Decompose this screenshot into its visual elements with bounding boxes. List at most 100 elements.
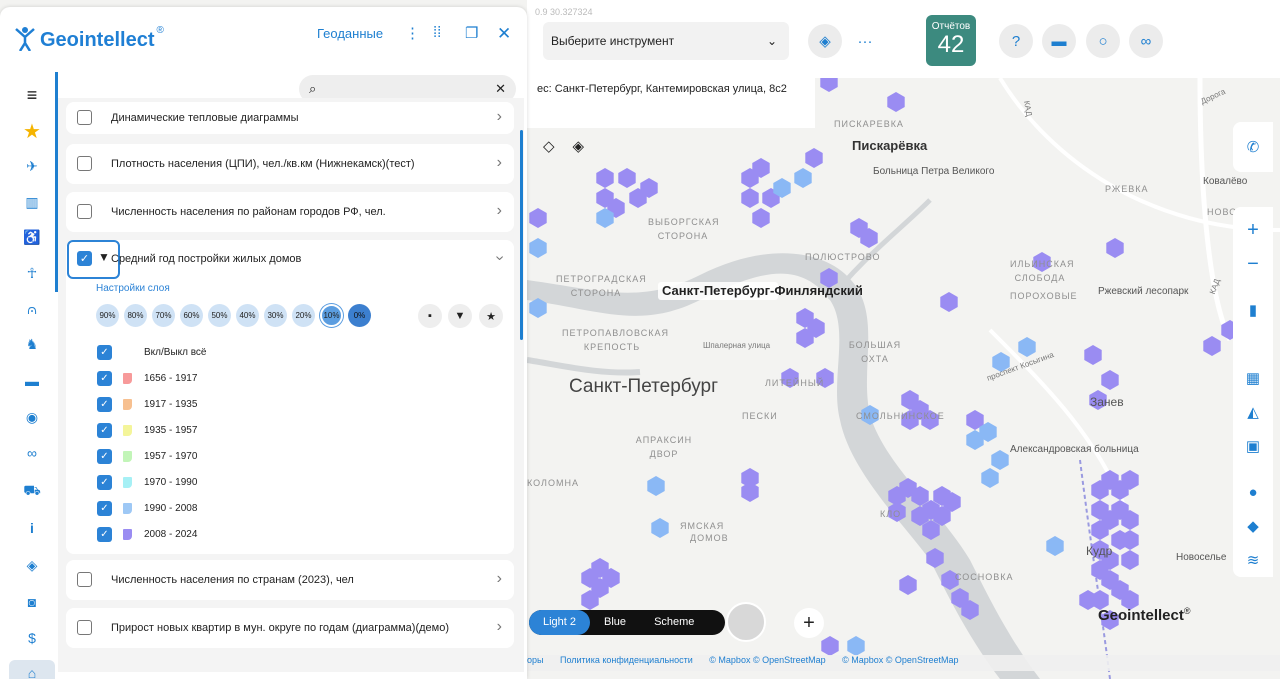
hex-cell[interactable] <box>741 482 759 502</box>
opacity-option[interactable]: 80% <box>124 304 147 327</box>
layer-checkbox[interactable] <box>77 156 92 171</box>
hex-cell[interactable] <box>1046 536 1064 556</box>
legend-item[interactable]: ✓ 1917 - 1935 <box>97 394 397 414</box>
opacity-option[interactable]: 60% <box>180 304 203 327</box>
hex-cell[interactable] <box>741 188 759 208</box>
hex-cell[interactable] <box>805 148 823 168</box>
opacity-option[interactable]: 0% <box>348 304 371 327</box>
ofd-icon[interactable]: ◉ <box>9 404 55 430</box>
layers-button[interactable]: ◈ <box>808 24 842 58</box>
layer-checkbox[interactable] <box>77 204 92 219</box>
hex-cell[interactable] <box>529 238 547 258</box>
legend-checkbox[interactable]: ✓ <box>97 474 112 490</box>
hex-cell[interactable] <box>596 168 614 188</box>
style-blue[interactable]: Blue <box>590 610 640 635</box>
dollar-icon[interactable]: $ <box>9 625 55 651</box>
legend-checkbox[interactable]: ✓ <box>97 526 112 542</box>
camera-icon[interactable]: ◙ <box>9 589 55 615</box>
diamond-icon[interactable]: ◇ <box>543 137 555 155</box>
legend-item[interactable]: ✓ 2008 - 2024 <box>97 524 397 544</box>
comment-icon[interactable]: ▪ <box>418 304 442 328</box>
filter-icon[interactable]: ▼ <box>448 304 472 328</box>
hex-cell[interactable] <box>899 575 917 595</box>
toggle-all-row[interactable]: ✓ Вкл/Выкл всё <box>97 342 397 362</box>
info-icon[interactable]: i <box>9 515 55 541</box>
layer-item[interactable]: Динамические тепловые диаграммы › <box>66 102 514 134</box>
toggle-all-checkbox[interactable]: ✓ <box>97 344 112 360</box>
opacity-option[interactable]: 40% <box>236 304 259 327</box>
style-light2[interactable]: Light 2 <box>529 610 591 635</box>
hex-cell[interactable] <box>847 636 865 656</box>
chevron-right-icon[interactable]: › <box>497 108 502 126</box>
hex-cell[interactable] <box>618 168 636 188</box>
star-icon[interactable]: ★ <box>9 118 55 144</box>
footer-privacy[interactable]: Политика конфиденциальности <box>560 655 693 665</box>
star-icon[interactable]: ★ <box>479 304 503 328</box>
reports-counter[interactable]: Отчётов 42 <box>926 15 976 66</box>
layers-list-icon[interactable]: ▣ <box>1233 433 1273 459</box>
layer-checkbox[interactable] <box>77 620 92 635</box>
opacity-option[interactable]: 30% <box>264 304 287 327</box>
footer-mapbox-2[interactable]: © Mapbox © OpenStreetMap <box>842 655 958 665</box>
window-icon[interactable]: ❐ <box>465 24 478 42</box>
person-icon[interactable]: ☥ <box>9 260 55 286</box>
legend-checkbox[interactable]: ✓ <box>97 396 112 412</box>
footer-link-1[interactable]: оры <box>527 655 543 665</box>
menu-icon[interactable]: ≡ <box>9 82 55 108</box>
help-button[interactable]: ? <box>999 24 1033 58</box>
hex-cell[interactable] <box>981 468 999 488</box>
layer-item[interactable]: Плотность населения (ЦПИ), чел./кв.км (Н… <box>66 144 514 184</box>
hex-cell[interactable] <box>991 450 1009 470</box>
opacity-option-selected[interactable]: 10% <box>320 304 343 327</box>
legend-item[interactable]: ✓ 1656 - 1917 <box>97 368 397 388</box>
hex-cell[interactable] <box>1203 336 1221 356</box>
legend-checkbox[interactable]: ✓ <box>97 448 112 464</box>
search-map-button[interactable]: ○ <box>1086 24 1120 58</box>
opacity-option[interactable]: 90% <box>96 304 119 327</box>
phone-icon[interactable]: ✆ <box>1233 134 1273 160</box>
clear-search-icon[interactable]: ✕ <box>495 81 506 97</box>
zoom-in-icon[interactable]: + <box>1233 217 1273 243</box>
area-chart-icon[interactable]: ◭ <box>1233 399 1273 425</box>
hex-cell[interactable] <box>1101 370 1119 390</box>
grid-icon[interactable]: ⁞⁞ <box>433 24 441 41</box>
city-icon[interactable]: ⩀ <box>9 296 55 322</box>
layer-item[interactable]: Прирост новых квартир в мун. округе по г… <box>66 608 514 648</box>
hex-cell[interactable] <box>821 636 839 656</box>
scrollbar[interactable] <box>520 130 523 340</box>
circles-icon[interactable]: ∞ <box>9 440 55 466</box>
legend-item[interactable]: ✓ 1990 - 2008 <box>97 498 397 518</box>
link-button[interactable]: ∞ <box>1129 24 1163 58</box>
legend-item[interactable]: ✓ 1970 - 1990 <box>97 472 397 492</box>
hex-cell[interactable] <box>647 476 665 496</box>
hex-cell[interactable] <box>887 92 905 112</box>
runner-icon[interactable]: ♿ <box>9 224 55 250</box>
bar-chart-icon[interactable]: ▮ <box>1233 297 1273 323</box>
eraser-icon[interactable]: ◆ <box>1233 513 1273 539</box>
hex-cell[interactable] <box>794 168 812 188</box>
chevron-right-icon[interactable]: › <box>497 618 502 636</box>
stack-icon[interactable]: ≋ <box>1233 547 1273 573</box>
home-icon[interactable]: ⌂ <box>9 660 55 679</box>
kebab-menu-icon[interactable]: ⋮ <box>405 24 420 42</box>
legend-checkbox[interactable]: ✓ <box>97 370 112 386</box>
hex-cell[interactable] <box>752 208 770 228</box>
opacity-option[interactable]: 70% <box>152 304 175 327</box>
chevron-down-icon[interactable]: › <box>490 255 508 260</box>
hex-cell[interactable] <box>1018 337 1036 357</box>
layer-checkbox[interactable] <box>77 110 92 125</box>
hex-cell[interactable] <box>651 518 669 538</box>
legend-checkbox[interactable]: ✓ <box>97 422 112 438</box>
hex-cell[interactable] <box>1079 590 1097 610</box>
truck-icon[interactable]: ▬ <box>9 368 55 394</box>
close-icon[interactable]: ✕ <box>497 24 511 44</box>
opacity-option[interactable]: 20% <box>292 304 315 327</box>
buildings-icon[interactable]: ▦ <box>1233 365 1273 391</box>
hex-cell[interactable] <box>529 208 547 228</box>
chevron-right-icon[interactable]: › <box>497 154 502 172</box>
opacity-option[interactable]: 50% <box>208 304 231 327</box>
map-region-icon[interactable]: ✈ <box>9 153 55 179</box>
legend-item[interactable]: ✓ 1957 - 1970 <box>97 446 397 466</box>
globe-toggle[interactable] <box>726 602 766 642</box>
hex-cell[interactable] <box>940 292 958 312</box>
